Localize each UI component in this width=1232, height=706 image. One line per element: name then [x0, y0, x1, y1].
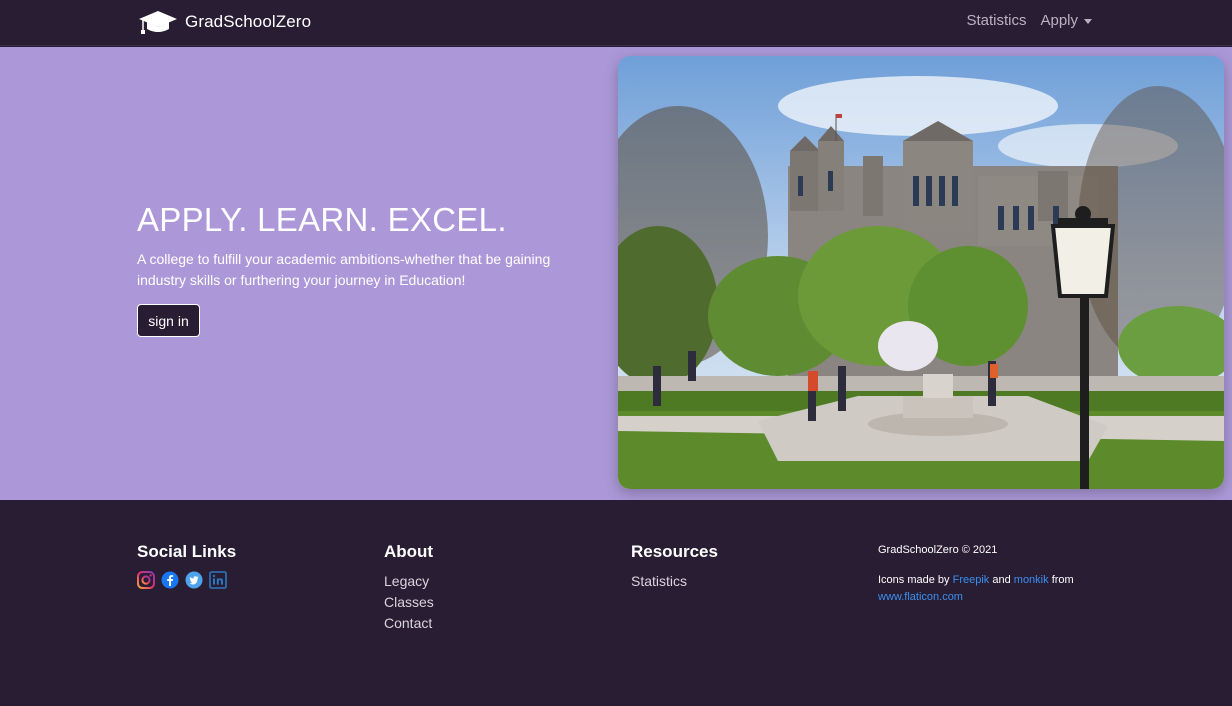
footer-link-classes[interactable]: Classes [384, 592, 434, 613]
resources-heading: Resources [631, 542, 718, 561]
footer-link-statistics[interactable]: Statistics [631, 571, 718, 592]
hero-title: APPLY. LEARN. EXCEL. [137, 201, 507, 238]
credit-from: from [1051, 574, 1074, 586]
facebook-icon[interactable] [161, 571, 179, 589]
campus-photo [618, 56, 1224, 489]
brand-link[interactable]: GradSchoolZero [137, 8, 311, 36]
monkik-link[interactable]: monkik [1014, 574, 1049, 586]
footer-credits-column: GradSchoolZero © 2021 Icons made by Free… [878, 542, 1098, 606]
hero-subtitle: A college to fulfill your academic ambit… [137, 251, 551, 288]
copyright-text: GradSchoolZero © 2021 [878, 544, 998, 556]
caret-down-icon [1084, 19, 1092, 24]
credit-prefix: Icons made by [878, 574, 950, 586]
graduation-cap-icon [139, 11, 177, 34]
campus-photo-illustration [618, 56, 1224, 489]
footer-resources-column: Resources Statistics [631, 542, 718, 592]
nav-apply-label: Apply [1040, 12, 1078, 29]
credit-and: and [992, 574, 1011, 586]
instagram-icon[interactable] [137, 571, 155, 589]
flaticon-link[interactable]: www.flaticon.com [878, 591, 963, 603]
footer: Social Links About Legacy Classes Contac… [0, 500, 1232, 706]
footer-social-column: Social Links [137, 542, 236, 589]
nav-statistics[interactable]: Statistics [966, 12, 1026, 29]
nav-apply-dropdown[interactable]: Apply [1040, 12, 1092, 29]
freepik-link[interactable]: Freepik [953, 574, 990, 586]
footer-link-contact[interactable]: Contact [384, 613, 434, 634]
social-icons [137, 571, 236, 589]
linkedin-icon[interactable] [209, 571, 227, 589]
twitter-icon[interactable] [185, 571, 203, 589]
social-links-heading: Social Links [137, 542, 237, 561]
footer-link-legacy[interactable]: Legacy [384, 571, 434, 592]
sign-in-button[interactable]: sign in [137, 304, 200, 337]
icon-credits: Icons made by Freepik and monkik from ww… [878, 572, 1098, 606]
navbar: GradSchoolZero Statistics Apply [0, 0, 1232, 46]
brand-name: GradSchoolZero [185, 12, 312, 31]
footer-about-column: About Legacy Classes Contact [384, 542, 434, 634]
about-heading: About [384, 542, 434, 561]
nav-links: Statistics Apply [966, 12, 1092, 29]
hero-section: APPLY. LEARN. EXCEL. A college to fulfil… [0, 47, 1232, 500]
